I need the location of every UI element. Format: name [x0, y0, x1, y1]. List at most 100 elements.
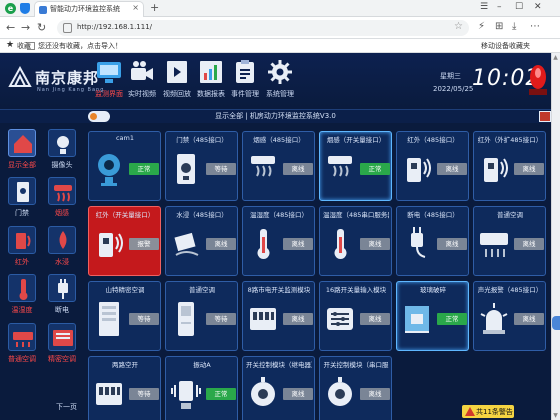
bookmarks-bar: ★ 收藏 您还没有收藏，点击导入！ 移动设备收藏夹 — [0, 39, 560, 53]
nav-gear[interactable]: 系统管理 — [260, 59, 300, 99]
tab-close-icon[interactable]: × — [132, 3, 139, 12]
device-card[interactable]: 红外（485接口） 离线 — [396, 131, 469, 201]
nav-label: 实时视频 — [128, 90, 156, 98]
alarm-light-icon[interactable] — [528, 63, 548, 99]
browser-logo-icon[interactable]: e — [5, 3, 16, 14]
minimize-icon[interactable]: – — [497, 2, 502, 12]
browser-tab[interactable]: 智能动力环境监控系统 × — [34, 1, 144, 17]
bookmark-star-icon[interactable]: ☆ — [454, 21, 463, 32]
io-module-icon — [325, 300, 355, 338]
window-close-icon[interactable]: ✕ — [534, 2, 542, 12]
back-icon[interactable]: ← — [6, 21, 15, 34]
url-text[interactable]: http://192.168.1.111/ — [77, 23, 152, 31]
alarm-summary-badge[interactable]: 共11条警告 — [462, 405, 514, 418]
device-card[interactable]: cam1 正常 — [88, 131, 161, 201]
page-scrollbar[interactable]: ▲ ▼ — [551, 53, 560, 420]
extensions-icon[interactable]: ⚡ — [478, 21, 485, 32]
refresh-icon[interactable]: ↻ — [37, 21, 46, 34]
device-card[interactable]: 普通空调 等待 — [165, 281, 238, 351]
device-card[interactable]: 两路空开 等待 — [88, 356, 161, 420]
device-card[interactable]: 振动A 正常 — [165, 356, 238, 420]
maximize-icon[interactable]: ☐ — [515, 2, 523, 12]
category-smoke-detector[interactable]: 烟感 — [44, 177, 80, 225]
device-card[interactable]: 断电（485接口） 离线 — [396, 206, 469, 276]
device-card[interactable]: 声光报警（485接口） 离线 — [473, 281, 546, 351]
water-leak-icon — [171, 225, 201, 263]
bookmarks-star-icon[interactable]: ★ — [6, 40, 14, 50]
category-home[interactable]: 显示全部 — [4, 129, 40, 177]
category-label: 门禁 — [15, 209, 29, 217]
home-icon — [8, 129, 36, 157]
forward-icon[interactable]: → — [21, 21, 30, 34]
category-infrared[interactable]: 红外 — [4, 226, 40, 274]
nav-video-camera[interactable]: 实时视频 — [122, 59, 162, 99]
device-card[interactable]: 16路开关量输入模块 离线 — [319, 281, 392, 351]
more-menu-icon[interactable]: ⋯ — [530, 21, 540, 32]
device-status-badge: 离线 — [437, 163, 467, 175]
power-plug-icon — [48, 274, 76, 302]
nav-label: 事件管理 — [231, 90, 259, 98]
next-page-link[interactable]: 下一页 — [56, 402, 77, 412]
nav-clipboard[interactable]: 事件管理 — [225, 59, 265, 99]
device-card[interactable]: 温湿度（485串口服务器 离线 — [319, 206, 392, 276]
device-card[interactable]: 普通空调 离线 — [473, 206, 546, 276]
device-card[interactable]: 温湿度（485接口） 离线 — [242, 206, 315, 276]
category-label: 断电 — [55, 306, 69, 314]
category-label: 温湿度 — [11, 306, 33, 314]
door-lock-icon — [171, 150, 201, 188]
device-card[interactable]: 8路市电开关监测模块 离线 — [242, 281, 315, 351]
power-plug-icon — [402, 225, 432, 263]
grid-apps-icon[interactable]: ⊞ — [495, 21, 503, 32]
device-status-badge: 等待 — [206, 313, 236, 325]
mobile-bookmarks-link[interactable]: 移动设备收藏夹 — [481, 41, 530, 51]
settings-shortcut-icon[interactable] — [539, 111, 551, 122]
device-status-badge: 离线 — [437, 238, 467, 250]
device-status-badge: 正常 — [437, 313, 467, 325]
bookmarks-hint[interactable]: 您还没有收藏，点击导入！ — [38, 41, 122, 51]
device-name: 振动A — [193, 361, 211, 369]
device-card[interactable]: 烟感（开关量接口） 正常 — [319, 131, 392, 201]
category-label: 红外 — [15, 258, 29, 266]
category-power-plug[interactable]: 断电 — [44, 274, 80, 322]
precision-ac-icon — [48, 323, 76, 351]
device-status-badge: 正常 — [129, 163, 159, 175]
category-precision-ac[interactable]: 精密空调 — [44, 323, 80, 371]
alarm-count[interactable]: 共11条警告 — [476, 407, 513, 417]
folder-icon[interactable] — [27, 42, 35, 50]
device-card[interactable]: 门禁（485接口） 等待 — [165, 131, 238, 201]
device-name: 8路市电开关监测模块 — [247, 286, 311, 294]
scroll-up-icon[interactable]: ▲ — [552, 54, 559, 61]
category-door-access[interactable]: 门禁 — [4, 177, 40, 225]
device-card[interactable]: 开关控制模块（串口服 离线 — [319, 356, 392, 420]
download-icon[interactable]: ⤓ — [512, 21, 516, 32]
device-card[interactable]: 山特精密空调 等待 — [88, 281, 161, 351]
device-card[interactable]: 玻璃破碎 正常 — [396, 281, 469, 351]
side-panel-tab[interactable] — [552, 316, 560, 330]
category-water-leak[interactable]: 水浸 — [44, 226, 80, 274]
new-tab-icon[interactable]: + — [150, 1, 159, 14]
category-air-conditioner[interactable]: 普通空调 — [4, 323, 40, 371]
device-status-badge: 报警 — [129, 238, 159, 250]
url-field[interactable]: http://192.168.1.111/ ☆ — [57, 20, 469, 36]
device-card[interactable]: 红外（外扩485接口） 离线 — [473, 131, 546, 201]
menu-icon[interactable]: ☰ — [480, 2, 488, 12]
category-camera[interactable]: 摄像头 — [44, 129, 80, 177]
category-label: 烟感 — [55, 209, 69, 217]
weekday: 星期三 — [440, 72, 461, 80]
page-info-icon[interactable] — [63, 23, 72, 33]
shield-icon[interactable] — [20, 3, 30, 14]
device-card[interactable]: 烟感（485接口） 离线 — [242, 131, 315, 201]
device-name: 红外（485接口） — [407, 136, 459, 144]
category-thermometer[interactable]: 温湿度 — [4, 274, 40, 322]
device-card[interactable]: 开关控制模块（继电器） 离线 — [242, 356, 315, 420]
category-label: 显示全部 — [8, 161, 36, 169]
device-name: 断电（485接口） — [407, 211, 459, 219]
infrared-icon — [8, 226, 36, 254]
device-card[interactable]: 红外（开关量接口） 报警 — [88, 206, 161, 276]
monitor-app: 南京康邦 Nan Jing Kang Bang 监测界面 实时视频 视频回放 数据报表… — [0, 53, 551, 420]
device-name: 水浸（485接口） — [176, 211, 228, 219]
door-access-icon — [8, 177, 36, 205]
category-label: 水浸 — [55, 258, 69, 266]
scroll-down-icon[interactable]: ▼ — [552, 412, 559, 419]
device-card[interactable]: 水浸（485接口） 离线 — [165, 206, 238, 276]
